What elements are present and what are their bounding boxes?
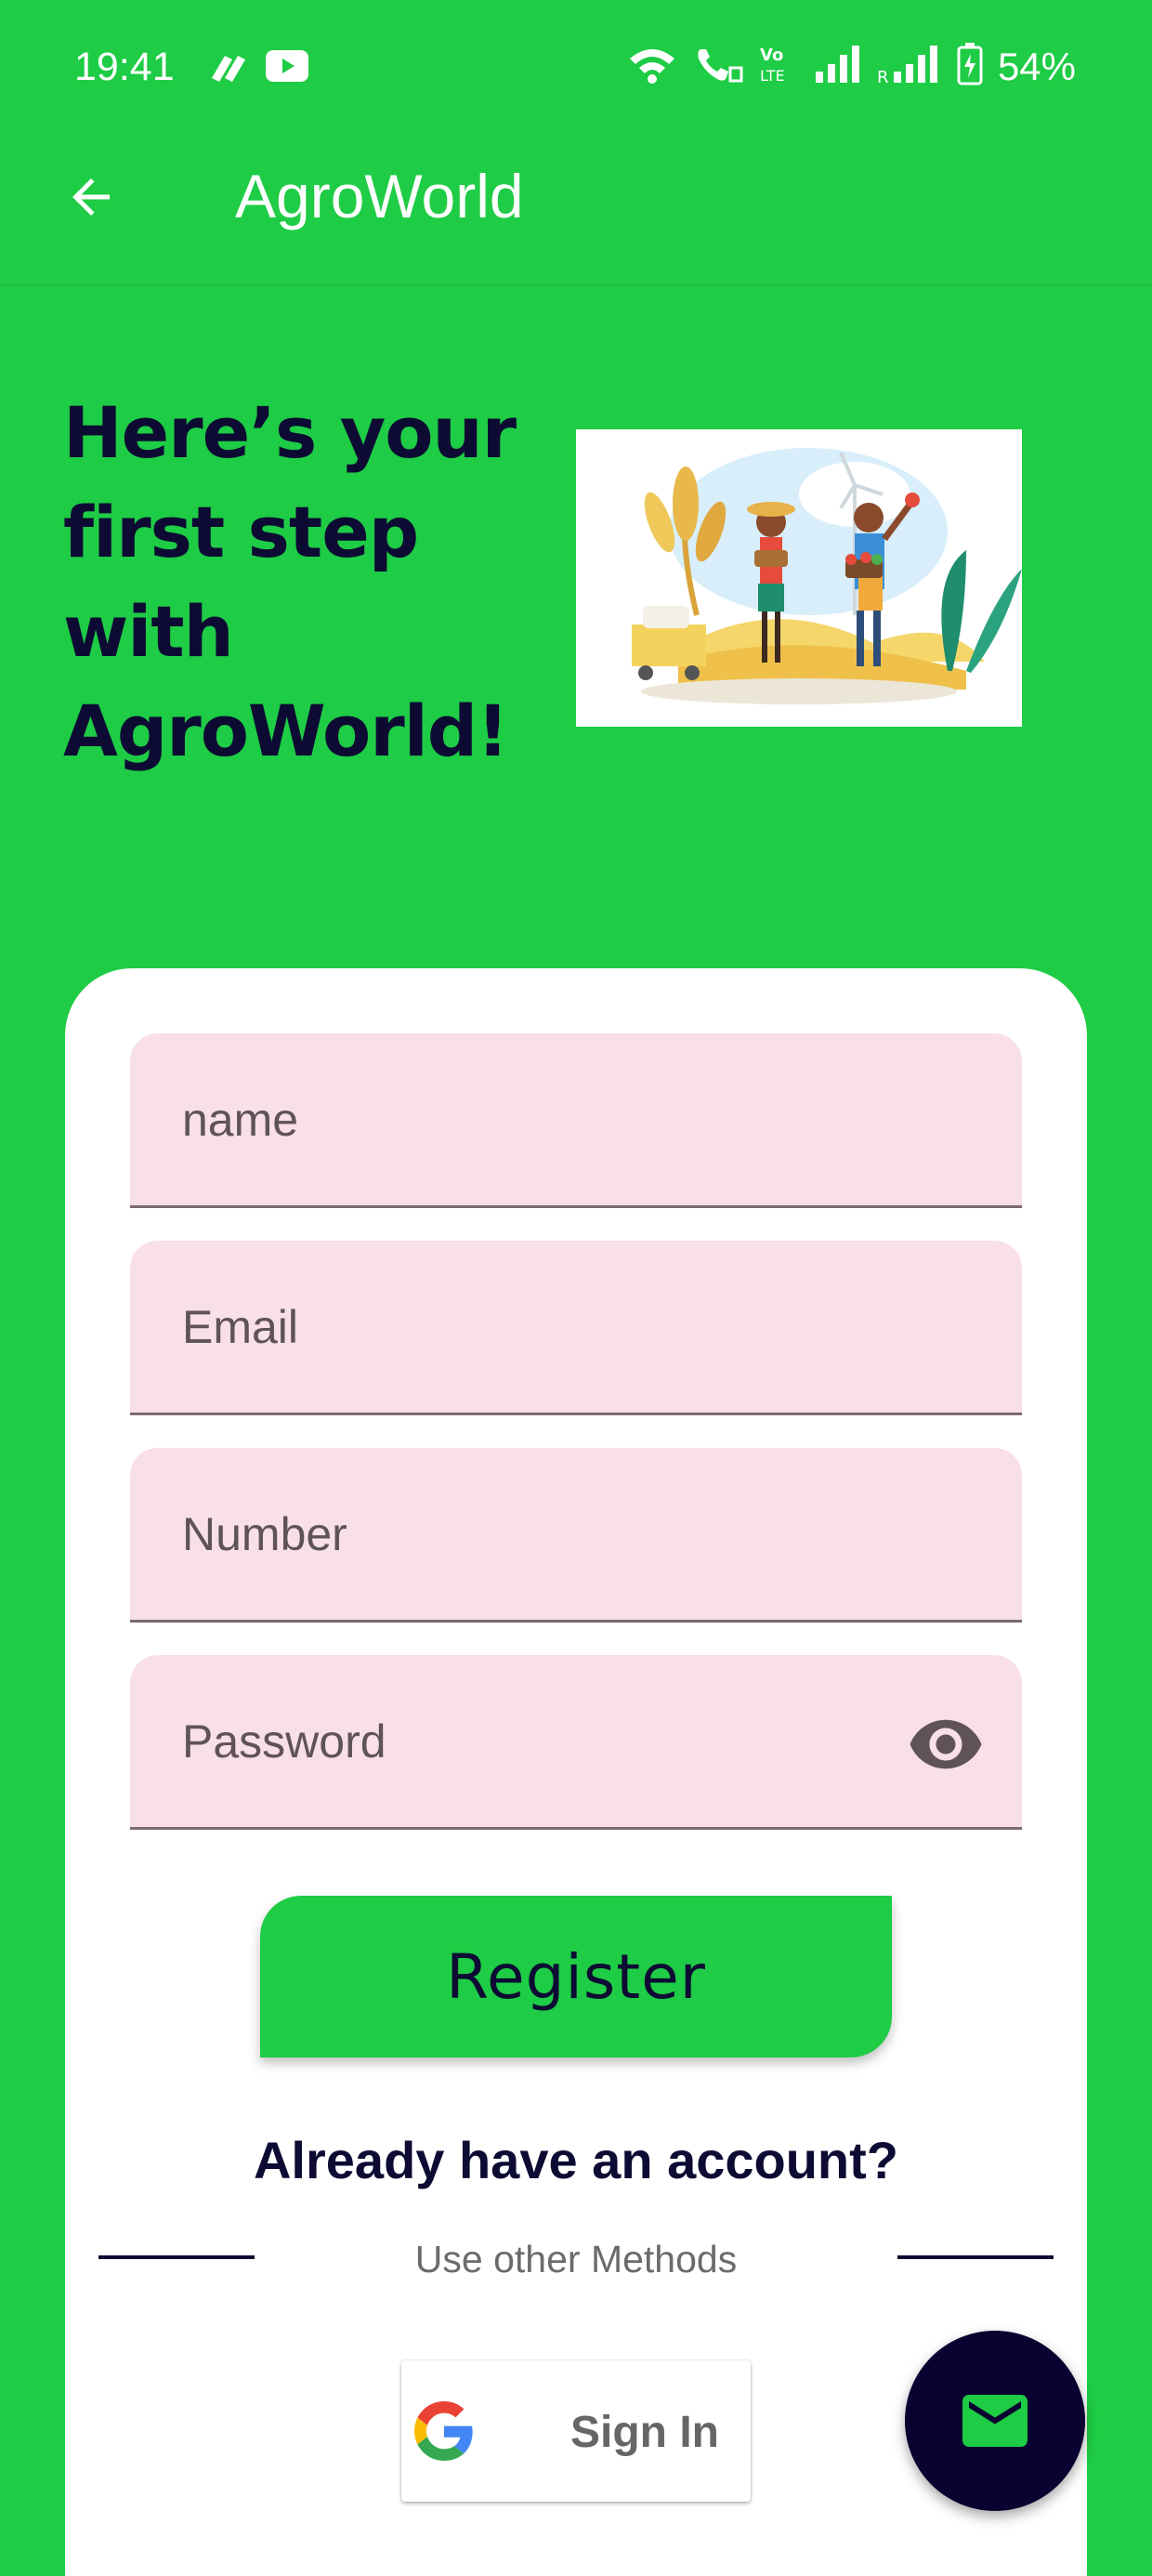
status-right-icons: Vo LTE R 54% — [626, 43, 1076, 90]
battery-charging-icon — [957, 43, 983, 90]
signal-icon — [814, 46, 862, 87]
google-signin-button[interactable]: Sign In — [401, 2360, 751, 2502]
youtube-icon — [266, 50, 308, 92]
hero-heading: Here’s your first step with AgroWorld! — [63, 391, 517, 772]
password-visibility-toggle[interactable] — [907, 1705, 985, 1783]
app-bar: AgroWorld — [0, 139, 1152, 286]
back-button[interactable] — [58, 164, 124, 230]
number-input[interactable] — [130, 1448, 1022, 1620]
eye-icon — [910, 1719, 982, 1769]
mail-fab-button[interactable] — [905, 2331, 1085, 2511]
other-methods-label: Use other Methods — [414, 2238, 738, 2280]
name-field[interactable] — [130, 1033, 1022, 1208]
signal-roaming-icon: R — [877, 46, 942, 87]
svg-text:Vo: Vo — [760, 46, 783, 65]
register-button[interactable]: Register — [260, 1896, 892, 2057]
battery-percent: 54% — [997, 44, 1076, 88]
status-bar: 19:41 Vo LTE R 54% — [0, 0, 1152, 139]
status-time: 19:41 — [74, 45, 175, 89]
app-notification-icon — [206, 50, 249, 92]
svg-text:LTE: LTE — [760, 67, 785, 85]
volte-icon: Vo LTE — [758, 44, 799, 89]
already-have-account-link[interactable]: Already have an account? — [65, 2130, 1087, 2190]
password-field[interactable] — [130, 1655, 1022, 1830]
register-card: Register Already have an account? Use ot… — [65, 968, 1087, 2576]
arrow-back-icon — [72, 178, 110, 216]
status-app-icons — [206, 50, 308, 92]
wifi-icon — [626, 44, 678, 89]
google-icon — [414, 2401, 473, 2461]
google-signin-label: Sign In — [570, 2408, 719, 2457]
svg-text:R: R — [877, 68, 889, 83]
app-title: AgroWorld — [235, 162, 524, 230]
wifi-calling-icon — [693, 44, 743, 89]
mail-icon — [962, 2395, 1028, 2447]
farmers-illustration — [576, 429, 1022, 727]
email-input[interactable] — [130, 1241, 1022, 1413]
email-field[interactable] — [130, 1241, 1022, 1415]
password-input[interactable] — [130, 1655, 1022, 1827]
number-field[interactable] — [130, 1448, 1022, 1623]
divider-right — [897, 2255, 1054, 2259]
name-input[interactable] — [130, 1033, 1022, 1205]
